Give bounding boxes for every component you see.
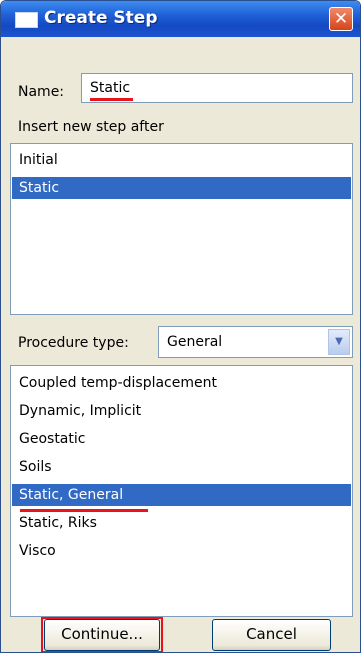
chevron-down-icon[interactable]: ▼ — [328, 329, 350, 355]
procedure-list-item[interactable]: Dynamic, Implicit — [12, 400, 351, 422]
procedure-list[interactable]: Coupled temp-displacement Dynamic, Impli… — [10, 365, 353, 617]
create-step-dialog: Create Step ✕ Name: Static Insert new st… — [0, 0, 361, 653]
procedure-list-item[interactable]: Coupled temp-displacement — [12, 372, 351, 394]
name-highlight-underline — [90, 98, 133, 101]
title-bar[interactable]: Create Step ✕ — [1, 1, 360, 37]
step-list-item[interactable]: Initial — [12, 149, 351, 171]
close-icon: ✕ — [333, 9, 349, 29]
continue-button[interactable]: Continue... — [44, 619, 160, 651]
name-label: Name: — [18, 84, 65, 100]
close-button[interactable]: ✕ — [329, 7, 353, 31]
procedure-list-item-selected[interactable]: Static, General — [12, 484, 351, 506]
cancel-button[interactable]: Cancel — [212, 619, 331, 651]
procedure-type-value: General — [167, 334, 223, 350]
procedure-list-item[interactable]: Static, Riks — [12, 512, 351, 534]
insert-step-label: Insert new step after — [18, 119, 164, 135]
step-list-item-selected[interactable]: Static — [12, 177, 351, 199]
name-input-value: Static — [90, 80, 131, 96]
procedure-type-label: Procedure type: — [18, 335, 129, 351]
procedure-list-item[interactable]: Visco — [12, 540, 351, 562]
procedure-list-item[interactable]: Soils — [12, 456, 351, 478]
window-icon — [15, 12, 38, 28]
step-list[interactable]: Initial Static — [10, 143, 353, 315]
dialog-title: Create Step — [44, 8, 158, 28]
procedure-list-item[interactable]: Geostatic — [12, 428, 351, 450]
procedure-type-select[interactable]: General ▼ — [158, 326, 353, 358]
procedure-highlight-underline — [20, 509, 148, 512]
